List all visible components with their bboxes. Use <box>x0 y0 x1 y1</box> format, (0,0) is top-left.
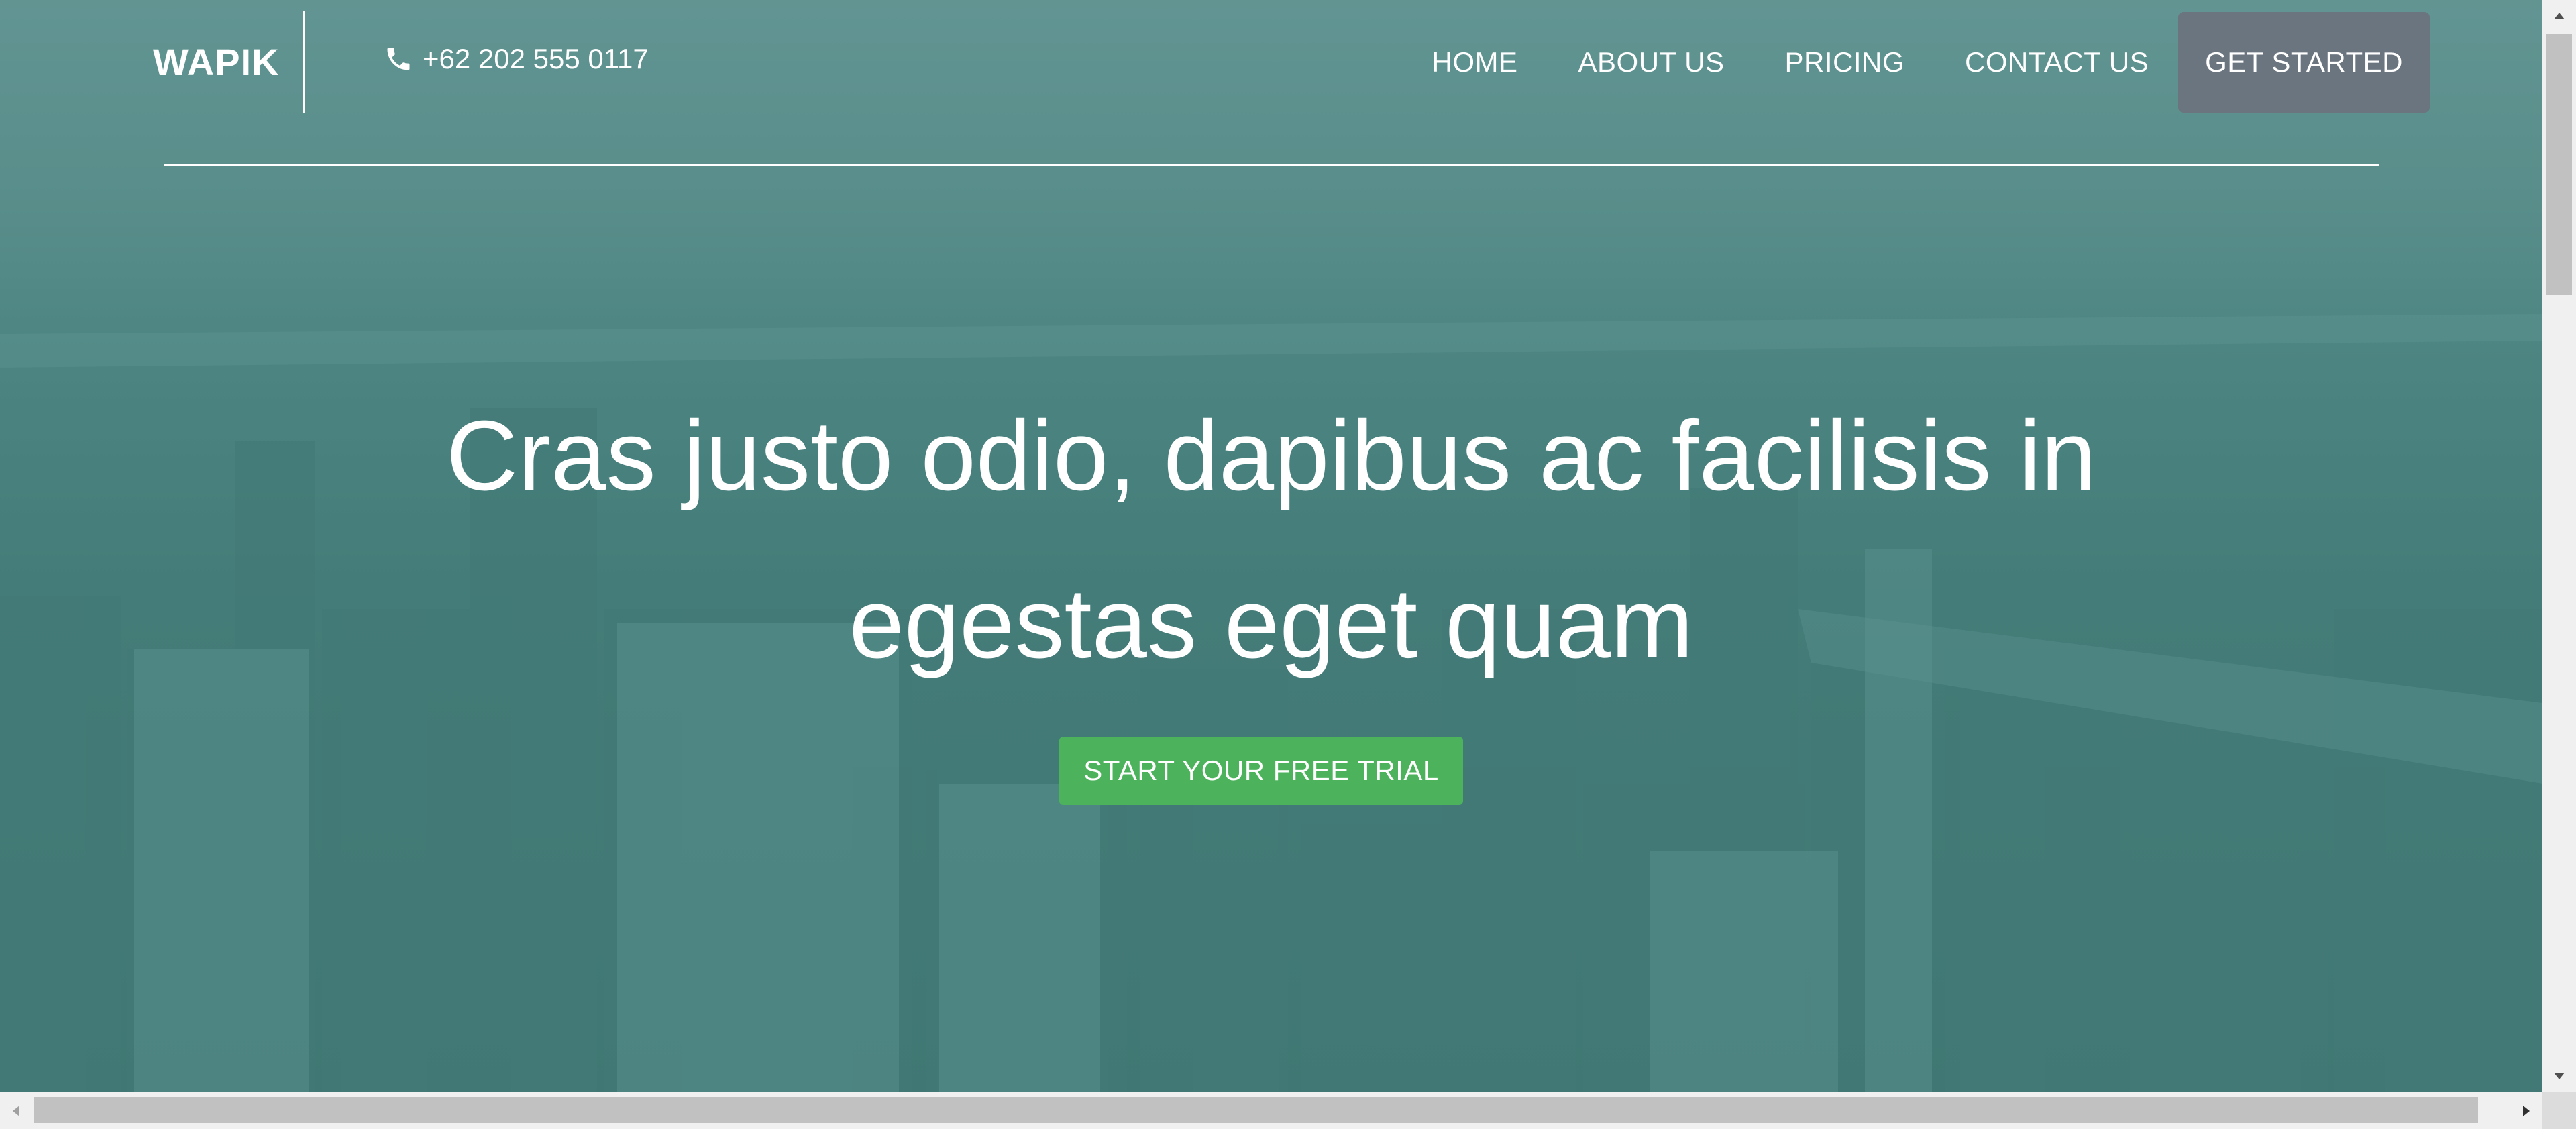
phone-number[interactable]: +62 202 555 0117 <box>423 43 649 75</box>
hero-title: Cras justo odio, dapibus ac facilisis in… <box>0 372 2542 708</box>
nav-home[interactable]: HOME <box>1432 46 1518 78</box>
nav-about-us[interactable]: ABOUT US <box>1578 46 1725 78</box>
phone-icon <box>384 44 413 74</box>
site-header: WAPIK +62 202 555 0117 HOME ABOUT US PRI… <box>0 0 2542 127</box>
nav-pricing[interactable]: PRICING <box>1784 46 1904 78</box>
horizontal-scrollbar[interactable] <box>0 1092 2542 1129</box>
scroll-right-arrow-icon[interactable] <box>2510 1092 2542 1129</box>
main-nav: HOME ABOUT US PRICING CONTACT US GET STA… <box>1372 12 2430 113</box>
nav-contact-us[interactable]: CONTACT US <box>1965 46 2149 78</box>
scroll-left-arrow-icon[interactable] <box>0 1092 32 1129</box>
vertical-scroll-thumb[interactable] <box>2546 34 2572 295</box>
header-rule <box>164 164 2379 166</box>
vertical-scrollbar[interactable] <box>2542 0 2576 1092</box>
horizontal-scroll-thumb[interactable] <box>34 1097 2478 1123</box>
scroll-up-arrow-icon[interactable] <box>2542 0 2576 32</box>
page-viewport: WAPIK +62 202 555 0117 HOME ABOUT US PRI… <box>0 0 2542 1092</box>
brand-logo[interactable]: WAPIK <box>153 40 280 84</box>
header-divider <box>303 11 305 113</box>
scrollbar-corner <box>2542 1092 2576 1129</box>
get-started-button[interactable]: GET STARTED <box>2178 12 2430 113</box>
phone-contact: +62 202 555 0117 <box>384 43 649 75</box>
hero-title-line-1: Cras justo odio, dapibus ac facilisis in <box>446 400 2096 511</box>
start-free-trial-button[interactable]: START YOUR FREE TRIAL <box>1059 737 1463 805</box>
scroll-down-arrow-icon[interactable] <box>2542 1060 2576 1092</box>
hero-title-line-2: egestas eget quam <box>849 568 1694 679</box>
